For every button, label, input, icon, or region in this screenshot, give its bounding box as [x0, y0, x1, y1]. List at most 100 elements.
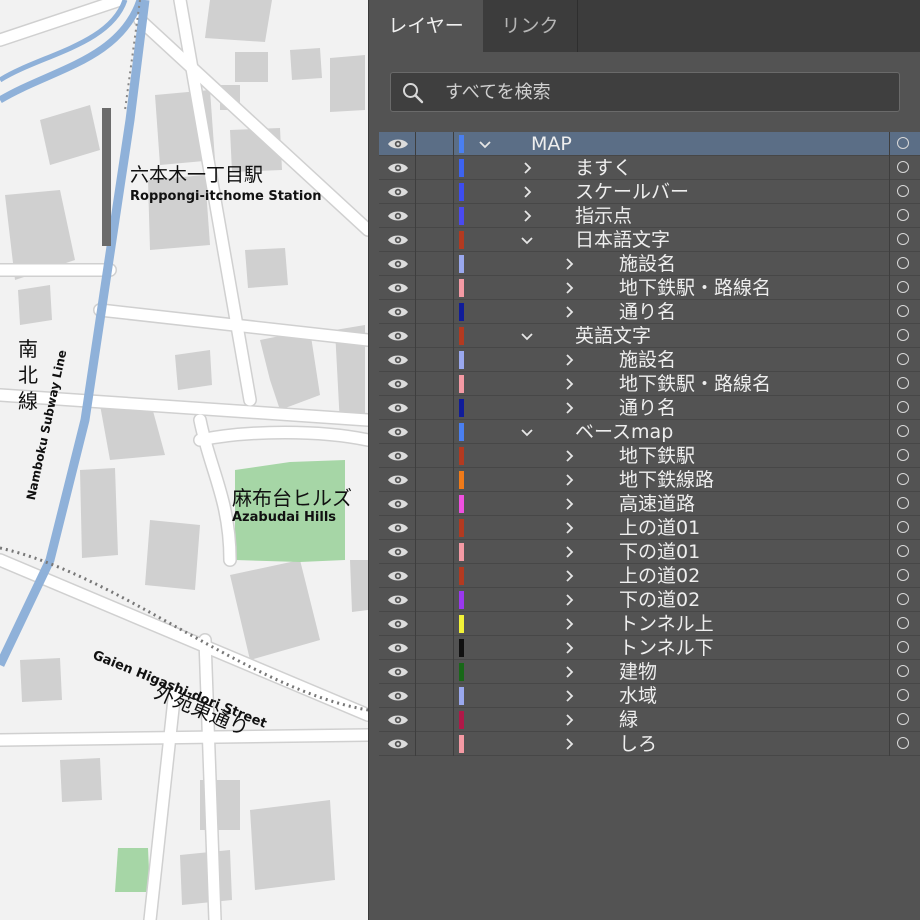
- target-circle-icon[interactable]: [897, 593, 909, 605]
- chevron-right-icon[interactable]: [561, 352, 577, 368]
- visibility-eye-icon[interactable]: [387, 737, 409, 751]
- layer-row[interactable]: 地下鉄駅: [379, 444, 920, 468]
- chevron-right-icon[interactable]: [561, 544, 577, 560]
- layer-row[interactable]: トンネル下: [379, 636, 920, 660]
- target-circle-icon[interactable]: [897, 353, 909, 365]
- chevron-right-icon[interactable]: [561, 568, 577, 584]
- target-circle-icon[interactable]: [897, 737, 909, 749]
- target-circle-icon[interactable]: [897, 209, 909, 221]
- chevron-right-icon[interactable]: [561, 280, 577, 296]
- layer-row[interactable]: 下の道02: [379, 588, 920, 612]
- target-circle-icon[interactable]: [897, 545, 909, 557]
- search-box[interactable]: [390, 72, 900, 112]
- layer-row[interactable]: MAP: [379, 132, 920, 156]
- target-circle-icon[interactable]: [897, 401, 909, 413]
- chevron-right-icon[interactable]: [561, 376, 577, 392]
- chevron-right-icon[interactable]: [561, 496, 577, 512]
- chevron-down-icon[interactable]: [519, 424, 535, 440]
- target-circle-icon[interactable]: [897, 713, 909, 725]
- layer-row[interactable]: 緑: [379, 708, 920, 732]
- tab-links[interactable]: リンク: [483, 0, 578, 52]
- visibility-eye-icon[interactable]: [387, 521, 409, 535]
- layer-row[interactable]: 地下鉄駅・路線名: [379, 276, 920, 300]
- layer-row[interactable]: 英語文字: [379, 324, 920, 348]
- layer-row[interactable]: 通り名: [379, 396, 920, 420]
- target-circle-icon[interactable]: [897, 425, 909, 437]
- chevron-right-icon[interactable]: [519, 160, 535, 176]
- chevron-right-icon[interactable]: [561, 304, 577, 320]
- visibility-eye-icon[interactable]: [387, 257, 409, 271]
- visibility-eye-icon[interactable]: [387, 233, 409, 247]
- visibility-eye-icon[interactable]: [387, 641, 409, 655]
- visibility-eye-icon[interactable]: [387, 593, 409, 607]
- layer-row[interactable]: しろ: [379, 732, 920, 756]
- visibility-eye-icon[interactable]: [387, 281, 409, 295]
- visibility-eye-icon[interactable]: [387, 401, 409, 415]
- search-input[interactable]: [445, 73, 885, 111]
- chevron-right-icon[interactable]: [561, 616, 577, 632]
- layer-row[interactable]: 通り名: [379, 300, 920, 324]
- target-circle-icon[interactable]: [897, 257, 909, 269]
- visibility-eye-icon[interactable]: [387, 425, 409, 439]
- target-circle-icon[interactable]: [897, 185, 909, 197]
- layer-row[interactable]: 建物: [379, 660, 920, 684]
- layer-row[interactable]: 日本語文字: [379, 228, 920, 252]
- chevron-right-icon[interactable]: [561, 400, 577, 416]
- layer-row[interactable]: ベースmap: [379, 420, 920, 444]
- target-circle-icon[interactable]: [897, 161, 909, 173]
- visibility-eye-icon[interactable]: [387, 449, 409, 463]
- visibility-eye-icon[interactable]: [387, 209, 409, 223]
- chevron-right-icon[interactable]: [561, 448, 577, 464]
- target-circle-icon[interactable]: [897, 233, 909, 245]
- chevron-right-icon[interactable]: [561, 688, 577, 704]
- layer-row[interactable]: 上の道01: [379, 516, 920, 540]
- target-circle-icon[interactable]: [897, 305, 909, 317]
- chevron-right-icon[interactable]: [519, 184, 535, 200]
- layer-row[interactable]: 下の道01: [379, 540, 920, 564]
- target-circle-icon[interactable]: [897, 689, 909, 701]
- tab-layers[interactable]: レイヤー: [369, 0, 483, 52]
- target-circle-icon[interactable]: [897, 137, 909, 149]
- visibility-eye-icon[interactable]: [387, 305, 409, 319]
- layer-row[interactable]: 地下鉄線路: [379, 468, 920, 492]
- visibility-eye-icon[interactable]: [387, 473, 409, 487]
- chevron-right-icon[interactable]: [561, 592, 577, 608]
- visibility-eye-icon[interactable]: [387, 665, 409, 679]
- layer-row[interactable]: 指示点: [379, 204, 920, 228]
- layer-row[interactable]: トンネル上: [379, 612, 920, 636]
- chevron-down-icon[interactable]: [519, 328, 535, 344]
- target-circle-icon[interactable]: [897, 641, 909, 653]
- layer-row[interactable]: 高速道路: [379, 492, 920, 516]
- target-circle-icon[interactable]: [897, 329, 909, 341]
- target-circle-icon[interactable]: [897, 497, 909, 509]
- chevron-down-icon[interactable]: [477, 136, 493, 152]
- visibility-eye-icon[interactable]: [387, 569, 409, 583]
- visibility-eye-icon[interactable]: [387, 329, 409, 343]
- target-circle-icon[interactable]: [897, 473, 909, 485]
- target-circle-icon[interactable]: [897, 569, 909, 581]
- target-circle-icon[interactable]: [897, 281, 909, 293]
- chevron-down-icon[interactable]: [519, 232, 535, 248]
- map-canvas[interactable]: 六本木一丁目駅 Roppongi-itchome Station 南北線 Nam…: [0, 0, 368, 920]
- layer-row[interactable]: ますく: [379, 156, 920, 180]
- layer-row[interactable]: 上の道02: [379, 564, 920, 588]
- chevron-right-icon[interactable]: [519, 208, 535, 224]
- layer-row[interactable]: 施設名: [379, 348, 920, 372]
- target-circle-icon[interactable]: [897, 521, 909, 533]
- layer-row[interactable]: スケールバー: [379, 180, 920, 204]
- visibility-eye-icon[interactable]: [387, 377, 409, 391]
- target-circle-icon[interactable]: [897, 665, 909, 677]
- visibility-eye-icon[interactable]: [387, 713, 409, 727]
- visibility-eye-icon[interactable]: [387, 689, 409, 703]
- layer-row[interactable]: 地下鉄駅・路線名: [379, 372, 920, 396]
- chevron-right-icon[interactable]: [561, 256, 577, 272]
- visibility-eye-icon[interactable]: [387, 545, 409, 559]
- target-circle-icon[interactable]: [897, 617, 909, 629]
- chevron-right-icon[interactable]: [561, 736, 577, 752]
- visibility-eye-icon[interactable]: [387, 161, 409, 175]
- target-circle-icon[interactable]: [897, 449, 909, 461]
- visibility-eye-icon[interactable]: [387, 497, 409, 511]
- visibility-eye-icon[interactable]: [387, 185, 409, 199]
- visibility-eye-icon[interactable]: [387, 353, 409, 367]
- layer-row[interactable]: 水域: [379, 684, 920, 708]
